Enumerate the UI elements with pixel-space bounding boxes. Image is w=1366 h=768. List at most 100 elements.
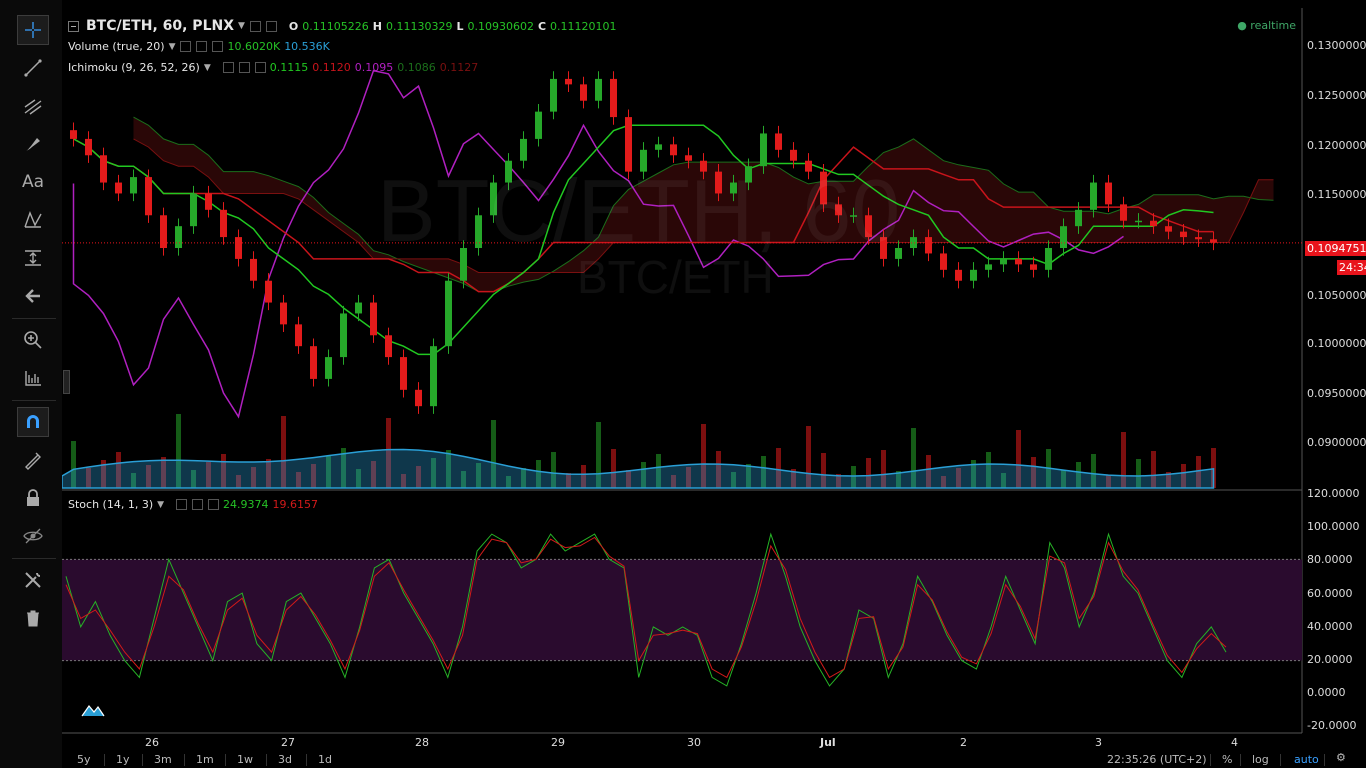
divider [104, 754, 105, 766]
collapse-legend-button[interactable] [68, 20, 79, 32]
gear-icon[interactable]: ⚙ [1336, 751, 1346, 764]
stoch-tick: -20.0000 [1307, 719, 1357, 732]
bar-countdown: 24:34 [1337, 260, 1366, 275]
range-3m-button[interactable]: 3m [154, 753, 172, 766]
trend-line-icon[interactable] [17, 53, 49, 83]
chevron-down-icon[interactable]: ▼ [169, 42, 176, 52]
close-icon[interactable] [208, 499, 220, 510]
candle-body [370, 302, 377, 336]
stoch-tick: 120.0000 [1307, 487, 1360, 500]
ichimoku-tenkan-value: 0.1115 [269, 61, 309, 74]
candle-body [1180, 231, 1187, 238]
stoch-legend: Stoch (14, 1, 3) ▼ 24.9374 19.6157 [68, 498, 318, 511]
main-legend: BTC/ETH, 60, PLNX ▼ O 0.11105226 H 0.11130… [68, 18, 617, 34]
candle-body [250, 258, 257, 281]
divider [1280, 754, 1281, 766]
arrow-left-icon[interactable] [17, 281, 49, 311]
candle-body [1105, 182, 1112, 205]
candle-body [595, 78, 602, 101]
gear-icon[interactable] [238, 62, 250, 73]
wrench-icon[interactable] [17, 565, 49, 595]
ichimoku-kijun-value: 0.1120 [312, 61, 351, 74]
price-scale-icon[interactable] [17, 363, 49, 393]
symbol-title[interactable]: BTC/ETH, 60, PLNX [86, 18, 234, 34]
lock-drawing-icon[interactable] [17, 445, 49, 475]
candle-body [1015, 258, 1022, 265]
lock-icon[interactable] [17, 483, 49, 513]
chevron-down-icon[interactable]: ▼ [157, 500, 164, 510]
candle-body [220, 209, 227, 238]
range-1w-button[interactable]: 1w [237, 753, 253, 766]
zoom-icon[interactable] [17, 325, 49, 355]
text-icon[interactable]: Aa [17, 167, 49, 197]
eye-icon[interactable] [180, 41, 192, 52]
crosshair-icon[interactable] [17, 15, 49, 45]
candle-body [1090, 182, 1097, 210]
candle-body [925, 237, 932, 254]
brush-icon[interactable] [17, 129, 49, 159]
eye-icon[interactable] [222, 62, 234, 73]
measure-icon[interactable] [17, 243, 49, 273]
range-3d-button[interactable]: 3d [278, 753, 292, 766]
candle-body [1030, 264, 1037, 270]
ohlc-open-label: O [288, 19, 299, 33]
range-1d-button[interactable]: 1d [318, 753, 332, 766]
candle-body [940, 253, 947, 270]
chart-canvas[interactable] [62, 0, 1366, 768]
candle-body [1045, 248, 1052, 270]
volume-label[interactable]: Volume (true, 20) [68, 40, 165, 53]
percent-scale-button[interactable]: % [1222, 753, 1232, 766]
candle-body [565, 78, 572, 85]
divider [142, 754, 143, 766]
range-1y-button[interactable]: 1y [116, 753, 130, 766]
candle-body [520, 138, 527, 161]
clock[interactable]: 22:35:26 (UTC+2) [1107, 753, 1207, 766]
candle-body [400, 357, 407, 390]
divider [1324, 754, 1325, 766]
price-tick: 0.12000000 [1307, 139, 1366, 152]
range-5y-button[interactable]: 5y [77, 753, 91, 766]
candle-body [115, 182, 122, 194]
chart-area[interactable]: BTC/ETH, 60 BTC/ETH BTC/ETH, 60, PLNX ▼ … [62, 0, 1366, 768]
eye-icon[interactable] [176, 499, 188, 510]
gear-icon[interactable] [196, 41, 208, 52]
hide-icon[interactable] [17, 521, 49, 551]
candle-body [295, 324, 302, 347]
trash-icon[interactable] [17, 603, 49, 633]
stoch-label[interactable]: Stoch (14, 1, 3) [68, 498, 153, 511]
close-icon[interactable] [212, 41, 224, 52]
candle-body [430, 346, 437, 407]
fib-icon[interactable] [17, 91, 49, 121]
chevron-down-icon[interactable]: ▼ [238, 21, 245, 31]
price-tick: 0.11500000 [1307, 188, 1366, 201]
settings-button[interactable] [265, 20, 277, 32]
divider [266, 754, 267, 766]
range-1m-button[interactable]: 1m [196, 753, 214, 766]
ichimoku-label[interactable]: Ichimoku (9, 26, 52, 26) [68, 61, 200, 74]
log-scale-button[interactable]: log [1252, 753, 1269, 766]
format-button[interactable] [249, 20, 261, 32]
ohlc-high-label: H [372, 19, 382, 33]
time-tick: 3 [1095, 736, 1102, 749]
divider [1210, 754, 1211, 766]
time-tick: 2 [960, 736, 967, 749]
price-tick: 0.09000000 [1307, 436, 1366, 449]
stoch-d-value: 19.6157 [272, 498, 319, 511]
candle-body [955, 269, 962, 281]
ichimoku-chikou-value: 0.1095 [354, 61, 394, 74]
stoch-tick: 0.0000 [1307, 686, 1346, 699]
pattern-icon[interactable] [17, 205, 49, 235]
close-icon[interactable] [254, 62, 266, 73]
time-tick: 4 [1231, 736, 1238, 749]
realtime-indicator: ● realtime [1237, 19, 1296, 32]
candle-body [190, 193, 197, 227]
last-price-label: 0.10947519 [1305, 241, 1366, 256]
gear-icon[interactable] [192, 499, 204, 510]
time-tick: Jul [820, 736, 836, 749]
chevron-down-icon[interactable]: ▼ [204, 63, 211, 73]
toolbar-divider [12, 400, 56, 401]
time-tick: 28 [415, 736, 429, 749]
auto-scale-button[interactable]: auto [1294, 753, 1319, 766]
magnet-icon[interactable] [17, 407, 49, 437]
candle-body [1135, 220, 1142, 223]
